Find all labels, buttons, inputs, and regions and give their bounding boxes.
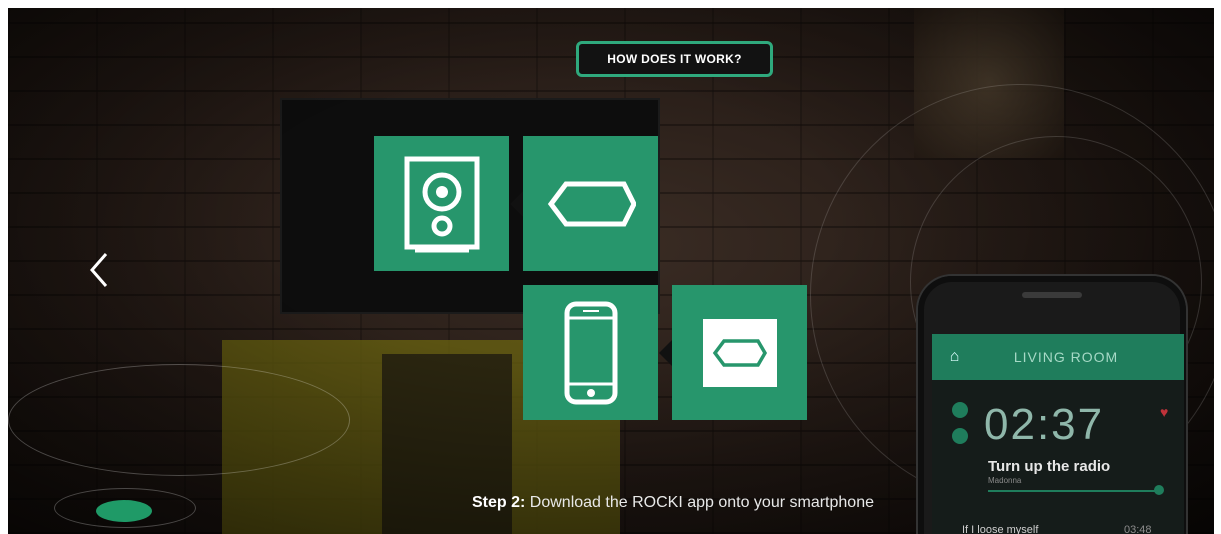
progress-bar [988,490,1158,492]
next-song-title: If I loose myself [962,524,1039,534]
next-song-time: 03:48 [1124,524,1152,534]
rocki-small-tile [672,285,807,420]
phone-speaker [1022,292,1082,298]
how-does-it-work-badge[interactable]: HOW DOES IT WORK? [576,41,773,77]
rocki-tile [523,136,658,271]
chevron-left-icon [90,253,108,287]
hero-slide: ⌂ LIVING ROOM 02:37 ♥ Turn up the radio … [8,8,1214,534]
connector-notch [510,190,524,218]
settings-icon [952,428,968,444]
home-icon: ⌂ [949,348,961,365]
smartphone-icon [564,301,617,404]
app-controls [952,402,968,454]
connector-notch [659,339,673,367]
song-title: Turn up the radio [988,458,1111,475]
caption-step: Step 2: [472,494,526,511]
track-time: 02:37 [984,400,1105,449]
heart-icon: ♥ [1160,404,1169,420]
decor-ellipse [8,364,350,476]
song-artist: Madonna [988,476,1022,485]
speaker-tile [374,136,509,271]
speaker-icon [404,156,479,252]
smartphone-tile [523,285,658,420]
hexagon-icon [547,181,636,226]
prev-slide-button[interactable] [86,248,116,292]
slide-caption: Step 2: Download the ROCKI app onto your… [8,494,1214,512]
room-name: LIVING ROOM [1013,349,1119,365]
caption-text: Download the ROCKI app onto your smartph… [529,494,874,511]
user-icon [952,402,968,418]
room-header: ⌂ LIVING ROOM [932,334,1184,380]
device-card [702,318,777,387]
hexagon-icon [712,338,767,367]
